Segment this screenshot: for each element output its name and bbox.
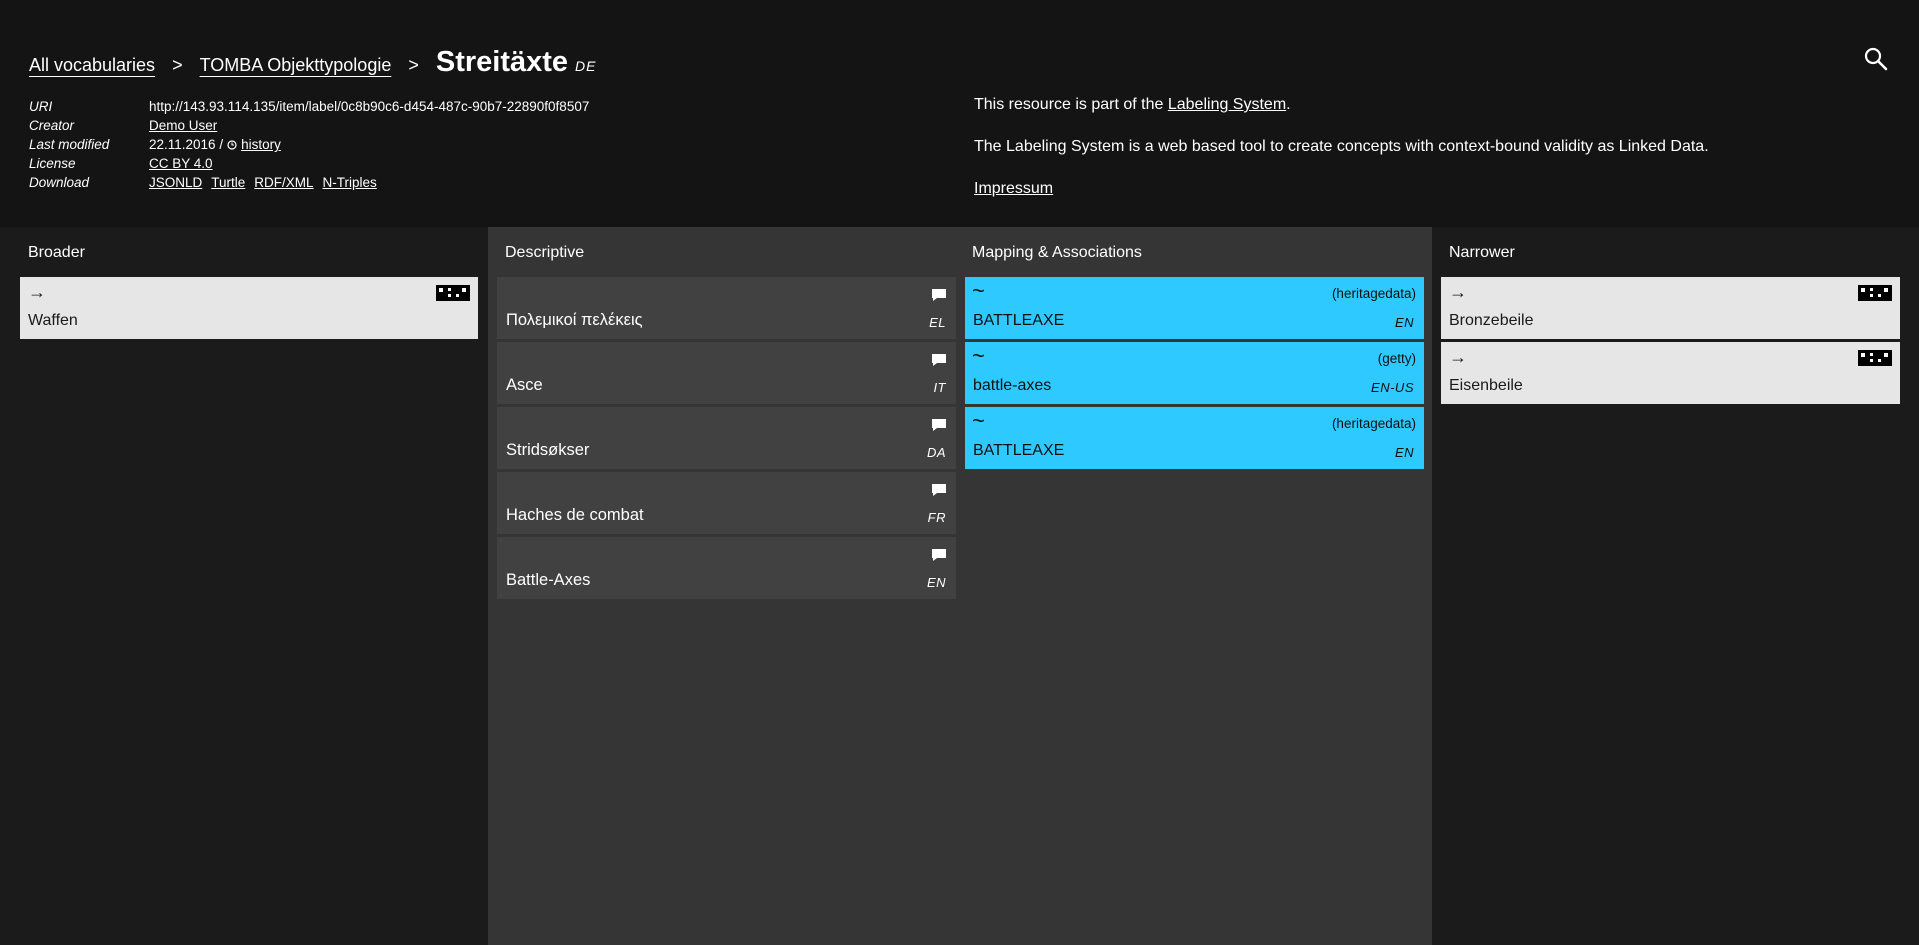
comment-icon[interactable] — [931, 548, 947, 562]
metadata-table: URI http://143.93.114.135/item/label/0c8… — [29, 97, 589, 192]
broader-column: Broader → Waffen — [0, 227, 488, 945]
narrower-item[interactable]: → Eisenbeile — [1441, 342, 1900, 404]
page-title: Streitäxte — [435, 46, 569, 78]
similar-match-icon: ~ — [972, 343, 985, 368]
title-language-badge: DE — [575, 58, 597, 74]
breadcrumb: All vocabularies > TOMBA Objekttypologie… — [29, 46, 596, 79]
download-ntriples-link[interactable]: N-Triples — [323, 175, 377, 190]
narrower-heading: Narrower — [1449, 244, 1515, 261]
language-code: FR — [927, 510, 946, 525]
mapping-item[interactable]: ~ (getty) battle-axes EN-US — [965, 342, 1424, 404]
concept-label: Bronzebeile — [1449, 312, 1534, 329]
creator-link[interactable]: Demo User — [149, 118, 217, 133]
label-text: Stridsøkser — [506, 441, 590, 459]
arrow-right-icon: → — [1449, 347, 1467, 367]
narrower-column: Narrower → Bronzebeile → Eisenbeile — [1432, 227, 1919, 945]
qr-code-icon — [1858, 285, 1892, 301]
label-text: Πολεμικοί πελέκεις — [506, 311, 643, 329]
about-panel: This resource is part of the Labeling Sy… — [974, 96, 1709, 198]
concept-label: Eisenbeile — [1449, 377, 1523, 394]
mapping-source: (getty) — [1377, 351, 1416, 366]
broader-heading: Broader — [28, 244, 85, 261]
mapping-label: battle-axes — [973, 377, 1052, 394]
impressum-link[interactable]: Impressum — [974, 180, 1053, 197]
arrow-right-icon: → — [1449, 282, 1467, 302]
similar-match-icon: ~ — [972, 278, 985, 303]
meta-key: URI — [29, 99, 53, 114]
descriptive-heading: Descriptive — [505, 244, 585, 261]
language-code: EN-US — [1371, 380, 1414, 395]
header: All vocabularies > TOMBA Objekttypologie… — [0, 0, 1919, 227]
about-description: The Labeling System is a web based tool … — [974, 138, 1709, 155]
comment-icon[interactable] — [931, 288, 947, 302]
label-text: Asce — [506, 376, 543, 394]
descriptive-item[interactable]: Haches de combat FR — [497, 472, 956, 534]
search-button[interactable] — [1863, 46, 1889, 72]
mapping-source: (heritagedata) — [1331, 416, 1416, 431]
mapping-label: BATTLEAXE — [973, 442, 1065, 459]
breadcrumb-separator: > — [408, 55, 419, 75]
meta-row-license: License CC BY 4.0 — [29, 154, 589, 173]
narrower-item[interactable]: → Bronzebeile — [1441, 277, 1900, 339]
language-code: EN — [1394, 315, 1414, 330]
comment-icon[interactable] — [931, 353, 947, 367]
mapping-column: Mapping & Associations ~ (heritagedata) … — [965, 227, 1432, 945]
qr-code-icon — [436, 285, 470, 301]
descriptive-column: Descriptive Πολεμικοί πελέκεις EL Asce I… — [488, 227, 967, 945]
qr-code-icon — [1858, 350, 1892, 366]
breadcrumb-all-vocabularies-link[interactable]: All vocabularies — [29, 55, 155, 76]
meta-row-creator: Creator Demo User — [29, 116, 589, 135]
broader-item[interactable]: → Waffen — [20, 277, 478, 339]
language-code: EN — [1394, 445, 1414, 460]
uri-value: http://143.93.114.135/item/label/0c8b90c… — [149, 99, 590, 114]
similar-match-icon: ~ — [972, 408, 985, 433]
about-text-prefix: This resource is part of the — [974, 96, 1168, 113]
last-modified-date: 22.11.2016 / — [149, 137, 224, 152]
mapping-source: (heritagedata) — [1331, 286, 1416, 301]
comment-icon[interactable] — [931, 483, 947, 497]
descriptive-item[interactable]: Πολεμικοί πελέκεις EL — [497, 277, 956, 339]
meta-key: License — [29, 156, 76, 171]
download-turtle-link[interactable]: Turtle — [211, 175, 245, 190]
meta-row-modified: Last modified 22.11.2016 / history — [29, 135, 589, 154]
labeling-system-link[interactable]: Labeling System — [1168, 96, 1286, 113]
license-link[interactable]: CC BY 4.0 — [149, 156, 213, 171]
search-icon — [1864, 47, 1888, 71]
mapping-item[interactable]: ~ (heritagedata) BATTLEAXE EN — [965, 407, 1424, 469]
meta-key: Last modified — [29, 137, 110, 152]
history-link[interactable]: history — [241, 137, 281, 152]
meta-row-download: Download JSONLD Turtle RDF/XML N-Triples — [29, 173, 589, 192]
breadcrumb-vocabulary-link[interactable]: TOMBA Objekttypologie — [200, 55, 392, 76]
label-text: Battle-Axes — [506, 571, 591, 589]
language-code: IT — [933, 380, 946, 395]
meta-row-uri: URI http://143.93.114.135/item/label/0c8… — [29, 97, 589, 116]
download-rdfxml-link[interactable]: RDF/XML — [254, 175, 313, 190]
descriptive-item[interactable]: Asce IT — [497, 342, 956, 404]
clock-icon — [227, 139, 237, 150]
download-jsonld-link[interactable]: JSONLD — [149, 175, 202, 190]
arrow-right-icon: → — [28, 282, 46, 302]
language-code: EN — [926, 575, 946, 590]
mapping-label: BATTLEAXE — [973, 312, 1065, 329]
meta-key: Creator — [29, 118, 75, 133]
concept-label: Waffen — [28, 312, 78, 329]
language-code: DA — [926, 445, 946, 460]
label-text: Haches de combat — [506, 506, 644, 524]
descriptive-item[interactable]: Battle-Axes EN — [497, 537, 956, 599]
comment-icon[interactable] — [931, 418, 947, 432]
meta-key: Download — [29, 175, 90, 190]
mapping-item[interactable]: ~ (heritagedata) BATTLEAXE EN — [965, 277, 1424, 339]
mapping-heading: Mapping & Associations — [972, 244, 1142, 261]
breadcrumb-separator: > — [172, 55, 183, 75]
descriptive-item[interactable]: Stridsøkser DA — [497, 407, 956, 469]
about-text-suffix: . — [1286, 96, 1291, 113]
about-text: This resource is part of the Labeling Sy… — [974, 96, 1709, 118]
language-code: EL — [929, 315, 946, 330]
